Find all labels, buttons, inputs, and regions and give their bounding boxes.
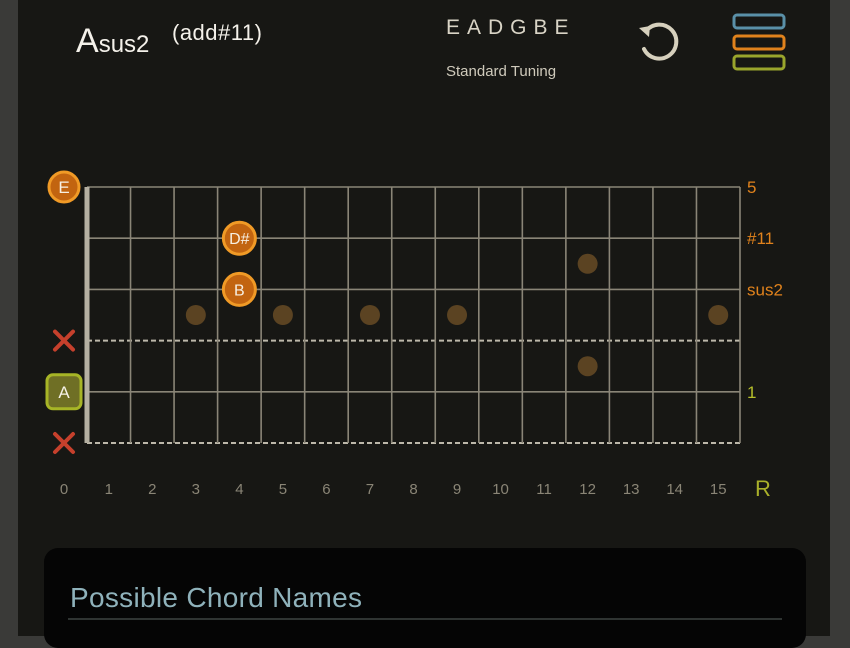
fret-number: 4 xyxy=(235,481,243,498)
fret-inlay-dot xyxy=(359,305,380,325)
open-root-label: A xyxy=(58,383,70,402)
fret-number: 11 xyxy=(536,481,552,498)
divider xyxy=(68,618,782,620)
fret-inlay-dot xyxy=(185,305,206,325)
fret-inlay-dot xyxy=(708,305,729,325)
possible-chord-names-card: Possible Chord Names xyxy=(44,548,806,648)
interval-label: 5 xyxy=(747,178,756,197)
interval-label: #11 xyxy=(747,229,774,248)
fret-number: 6 xyxy=(322,481,330,498)
fret-number: 1 xyxy=(105,481,113,498)
fret-inlay-dot xyxy=(447,305,468,325)
fret-number: 5 xyxy=(279,481,287,498)
card-title: Possible Chord Names xyxy=(70,582,363,613)
fret-number: 9 xyxy=(453,481,461,498)
root-indicator-label[interactable]: R xyxy=(755,476,771,501)
fret-number: 13 xyxy=(623,481,640,498)
muted-string-x-icon[interactable] xyxy=(53,432,75,454)
fret-number: 15 xyxy=(710,481,727,498)
interval-label: sus2 xyxy=(747,280,783,299)
fretted-note-label: B xyxy=(234,282,245,299)
fret-number: 3 xyxy=(192,481,200,498)
fret-number: 2 xyxy=(148,481,156,498)
fret-inlay-dot xyxy=(272,305,293,325)
fretboard: E A D# B 5 #11 sus2 1 0 1 2 3 4 5 6 7 8 9 10 11 12 13 14 15 R xyxy=(0,0,850,525)
fret-inlay-dot xyxy=(577,356,598,377)
fret-number: 8 xyxy=(409,481,417,498)
open-note-label: E xyxy=(58,178,69,197)
fretted-note-label: D# xyxy=(229,231,250,248)
muted-string-x-icon[interactable] xyxy=(53,329,75,352)
fret-number: 0 xyxy=(60,481,68,498)
fret-number: 14 xyxy=(666,481,683,498)
fret-number: 12 xyxy=(579,481,596,498)
fret-number: 7 xyxy=(366,481,374,498)
fret-inlay-dot xyxy=(577,253,598,274)
fret-number: 10 xyxy=(492,481,509,498)
interval-label: 1 xyxy=(747,383,756,402)
